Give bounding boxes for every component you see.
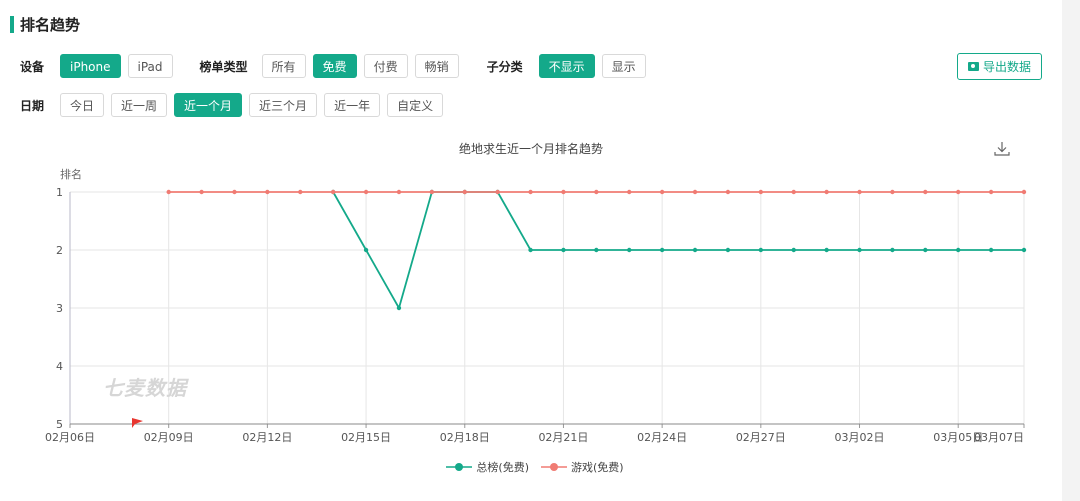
- x-tick-label: 02月06日: [45, 431, 95, 444]
- y-tick-label: 1: [56, 186, 63, 199]
- data-point-1: [396, 189, 402, 195]
- legend-label-games-free: 游戏(免费): [571, 461, 624, 474]
- data-point-1: [363, 189, 369, 195]
- data-point-1: [890, 189, 895, 195]
- data-point-1: [330, 189, 336, 195]
- data-point-0: [396, 305, 402, 311]
- data-point-0: [758, 247, 764, 253]
- data-point-1: [232, 189, 237, 195]
- x-tick-label: 03月02日: [835, 431, 885, 444]
- event-flag-icon: [132, 418, 143, 428]
- x-tick-label: 02月21日: [538, 431, 588, 444]
- y-tick-label: 4: [56, 360, 63, 373]
- data-point-1: [923, 189, 928, 195]
- x-tick-label: 02月09日: [144, 431, 194, 444]
- data-point-1: [956, 189, 961, 195]
- data-point-0: [956, 247, 961, 253]
- data-point-1: [462, 189, 467, 195]
- data-point-1: [791, 189, 796, 195]
- data-point-1: [659, 189, 665, 195]
- data-point-1: [725, 189, 731, 195]
- data-point-0: [857, 247, 862, 253]
- data-point-1: [199, 189, 204, 195]
- data-point-0: [824, 247, 829, 253]
- data-point-0: [890, 247, 895, 253]
- data-point-1: [857, 189, 862, 195]
- legend-marker-green: [446, 463, 473, 471]
- data-point-1: [429, 189, 435, 195]
- data-point-0: [923, 247, 928, 253]
- data-point-0: [791, 247, 796, 253]
- data-point-1: [988, 189, 994, 195]
- data-point-1: [265, 189, 270, 195]
- data-point-0: [659, 247, 665, 253]
- y-tick-label: 5: [56, 418, 63, 431]
- data-point-1: [1021, 189, 1027, 195]
- data-point-1: [692, 189, 698, 195]
- chart-legend: 总榜(免费) 游戏(免费): [0, 459, 1070, 475]
- data-point-1: [528, 189, 533, 195]
- legend-item-overall-free[interactable]: 总榜(免费): [446, 459, 529, 475]
- watermark: 七麦数据: [103, 376, 187, 400]
- data-point-1: [627, 189, 632, 195]
- rank-trend-chart: 1 2 3 4 502月06日 02月09日 02月12日 02月15日 02月18日 02月21…: [45, 186, 1027, 444]
- y-tick-label: 2: [56, 244, 63, 257]
- data-point-1: [561, 189, 566, 195]
- data-point-0: [1021, 247, 1027, 253]
- data-point-1: [824, 189, 829, 195]
- x-tick-label: 02月27日: [736, 431, 786, 444]
- data-point-1: [594, 189, 599, 195]
- data-point-1: [298, 189, 303, 195]
- data-point-0: [725, 247, 731, 253]
- data-point-0: [692, 247, 698, 253]
- x-tick-label: 03月07日: [974, 431, 1024, 444]
- data-point-0: [528, 247, 533, 253]
- data-point-0: [988, 247, 994, 253]
- data-point-1: [758, 189, 764, 195]
- legend-marker-red: [541, 463, 567, 471]
- data-point-0: [561, 247, 566, 253]
- data-point-1: [495, 189, 500, 195]
- data-point-0: [594, 247, 599, 253]
- data-point-0: [363, 247, 369, 253]
- data-point-0: [627, 247, 632, 253]
- x-tick-label: 02月18日: [440, 431, 490, 444]
- legend-label-overall-free: 总榜(免费): [476, 461, 529, 474]
- legend-item-games-free[interactable]: 游戏(免费): [541, 459, 624, 475]
- x-tick-label: 02月15日: [341, 431, 391, 444]
- page-right-gutter: [1062, 0, 1080, 501]
- data-point-1: [166, 189, 171, 195]
- y-tick-label: 3: [56, 302, 63, 315]
- x-tick-label: 02月24日: [637, 431, 687, 444]
- x-tick-label: 02月12日: [242, 431, 292, 444]
